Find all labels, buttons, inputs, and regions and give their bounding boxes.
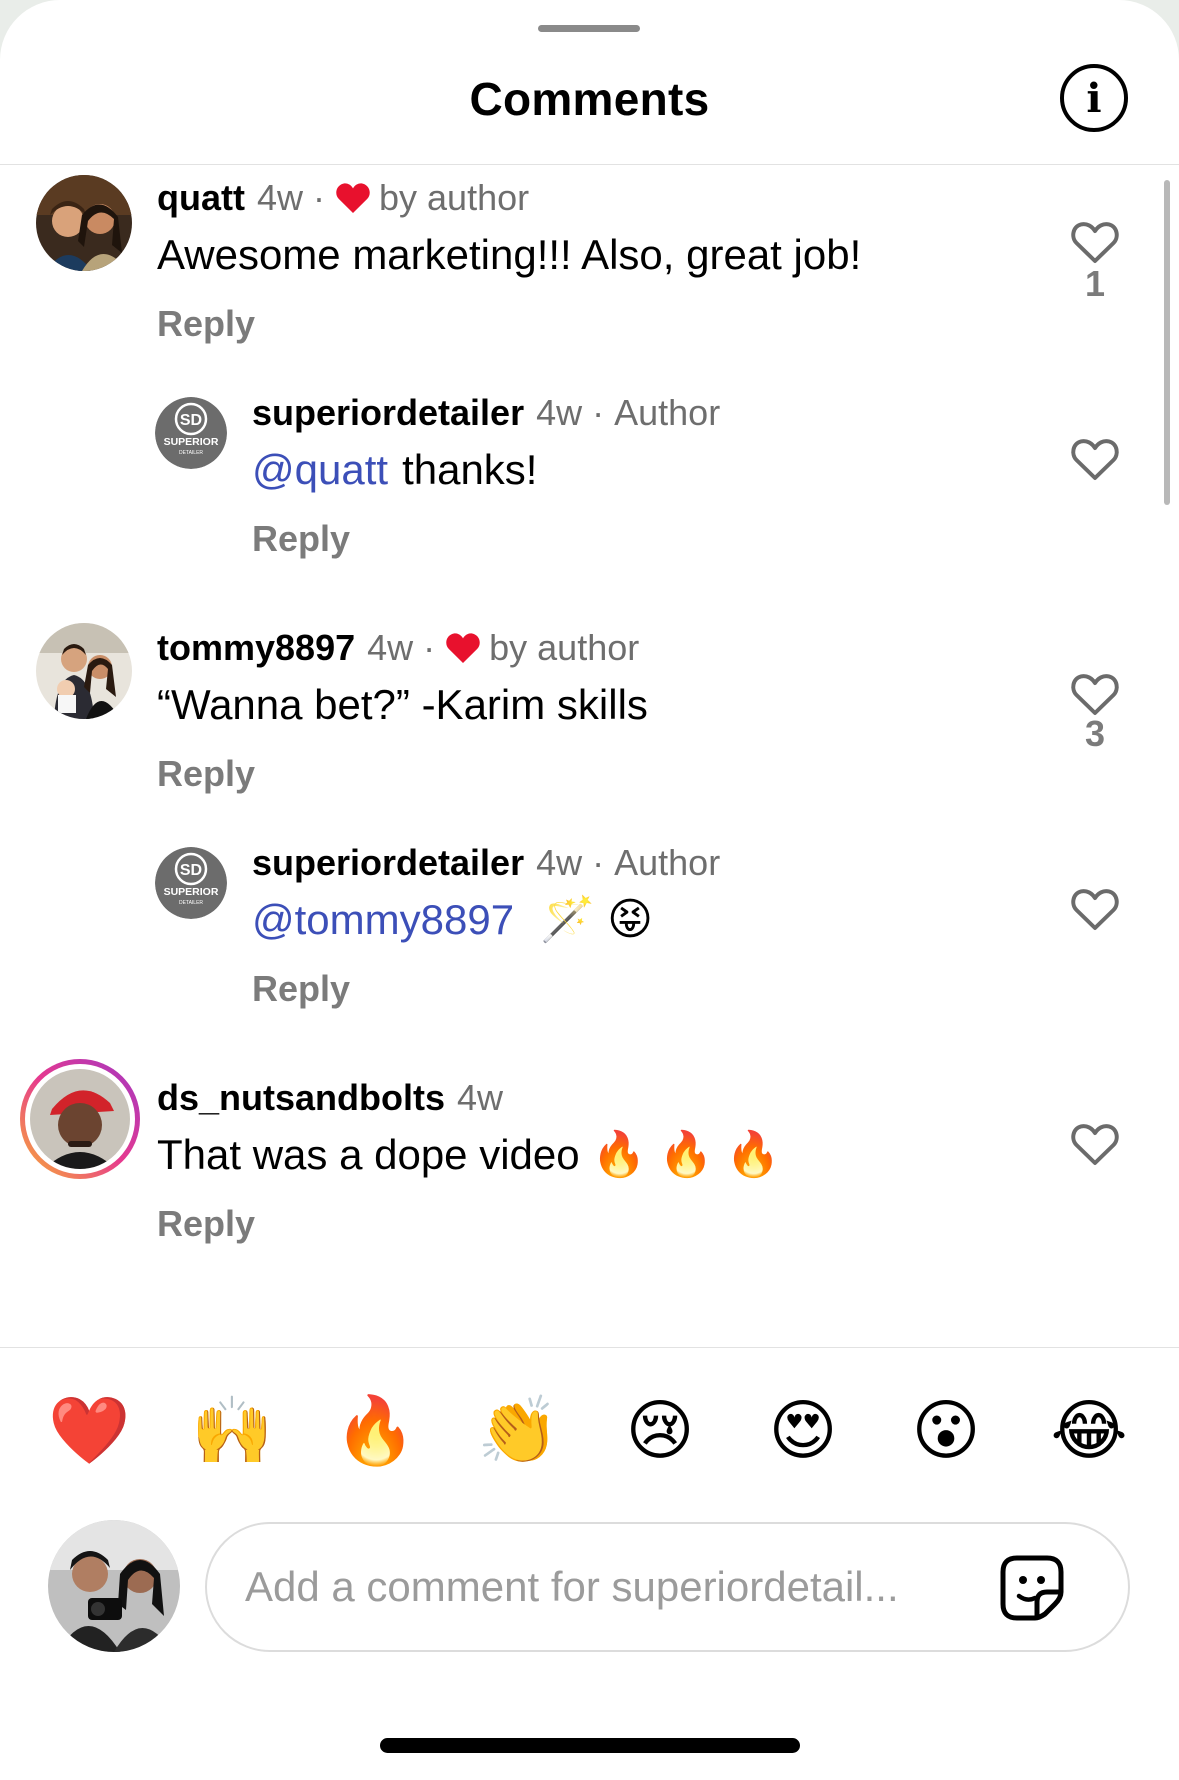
timestamp: 4w	[536, 842, 583, 883]
avatar[interactable]	[36, 623, 132, 719]
liked-by-author-label: by author	[379, 177, 530, 218]
reaction-laughing[interactable]: 😂	[1049, 1390, 1129, 1470]
comment-text: @tommy8897 🪄 😝	[252, 896, 653, 944]
author-label: Author	[614, 842, 721, 883]
reaction-heart[interactable]: ❤️	[48, 1390, 130, 1470]
sheet-grabber[interactable]	[538, 25, 640, 32]
badge-logo-text: SD	[180, 412, 202, 429]
badge-brand-text: SUPERIOR	[164, 886, 219, 898]
reaction-raised-hands[interactable]: 🙌	[191, 1390, 273, 1470]
avatar	[30, 1069, 130, 1169]
heart-outline-icon[interactable]	[1070, 219, 1120, 265]
avatar[interactable]: SD SUPERIOR DETAILER	[155, 397, 227, 469]
sticker-icon[interactable]	[997, 1552, 1067, 1622]
timestamp: 4w	[536, 392, 583, 433]
comment-text: @quatt thanks!	[252, 446, 537, 494]
badge-logo-text: SD	[180, 862, 202, 879]
like-count: 1	[1084, 263, 1106, 304]
like-count: 3	[1084, 713, 1106, 754]
comment-text: “Wanna bet?” -Karim skills	[157, 681, 648, 729]
timestamp: 4w	[367, 627, 414, 668]
reply-button[interactable]: Reply	[157, 753, 255, 795]
badge-brand-text: SUPERIOR	[164, 436, 219, 448]
heart-outline-icon[interactable]	[1070, 886, 1120, 932]
timestamp: 4w	[256, 177, 304, 218]
current-user-avatar	[48, 1520, 180, 1652]
liked-by-author-label: by author	[489, 627, 640, 668]
heart-outline-icon[interactable]	[1070, 671, 1120, 717]
reaction-crying[interactable]: 😢	[620, 1390, 700, 1470]
reaction-clap[interactable]: 👏	[477, 1390, 559, 1470]
heart-outline-icon[interactable]	[1070, 1121, 1120, 1167]
reply-button[interactable]: Reply	[157, 1203, 255, 1245]
comment-meta: superiordetailer 4w · Author	[252, 842, 720, 884]
quick-reactions-bar: ❤️ 🙌 🔥 👏 😢 😍 😮 😂	[0, 1390, 1179, 1470]
separator-dot: ·	[592, 842, 605, 883]
username[interactable]: ds_nutsandbolts	[157, 1077, 445, 1119]
comment-meta: superiordetailer 4w · Author	[252, 392, 720, 434]
reply-item: SD SUPERIOR DETAILER superiordetailer 4w…	[0, 380, 1179, 580]
red-heart-icon	[446, 633, 480, 663]
badge-sub-text: DETAILER	[179, 450, 203, 456]
reaction-heart-eyes[interactable]: 😍	[763, 1390, 843, 1470]
red-heart-icon	[336, 183, 370, 213]
page-title: Comments	[469, 73, 710, 125]
comment-meta: quatt 4w · by author	[157, 177, 529, 219]
story-ring[interactable]	[20, 1059, 140, 1179]
comment-meta: ds_nutsandbolts 4w	[157, 1077, 503, 1119]
username[interactable]: tommy8897	[157, 627, 355, 669]
mention-link[interactable]: @tommy8897	[252, 896, 514, 944]
reaction-surprised[interactable]: 😮	[906, 1390, 986, 1470]
avatar[interactable]	[36, 175, 132, 271]
footer-divider	[0, 1347, 1179, 1348]
timestamp: 4w	[457, 1077, 504, 1118]
reply-button[interactable]: Reply	[157, 303, 255, 345]
heart-outline-icon[interactable]	[1070, 436, 1120, 482]
home-indicator[interactable]	[380, 1738, 800, 1753]
separator-dot: ·	[592, 392, 605, 433]
separator-dot: ·	[423, 627, 436, 668]
comment-text: Awesome marketing!!! Also, great job!	[157, 231, 861, 279]
username[interactable]: quatt	[157, 177, 245, 219]
comment-body: thanks!	[402, 446, 538, 493]
avatar[interactable]: SD SUPERIOR DETAILER	[155, 847, 227, 919]
comment-list[interactable]: quatt 4w · by author Awesome marketing!!…	[0, 165, 1179, 1347]
comment-meta: tommy8897 4w · by author	[157, 627, 639, 669]
reply-button[interactable]: Reply	[252, 518, 350, 560]
comment-composer	[205, 1522, 1130, 1652]
emoji-text: 🪄 😝	[540, 895, 653, 944]
emoji-text: 🔥 🔥 🔥	[591, 1130, 781, 1179]
separator-dot: ·	[313, 177, 326, 218]
comment-item: quatt 4w · by author Awesome marketing!!…	[0, 165, 1179, 365]
comment-item: ds_nutsandbolts 4w That was a dope video…	[0, 1059, 1179, 1265]
username[interactable]: superiordetailer	[252, 392, 524, 434]
username[interactable]: superiordetailer	[252, 842, 524, 884]
info-icon[interactable]: i	[1060, 64, 1128, 132]
reply-item: SD SUPERIOR DETAILER superiordetailer 4w…	[0, 830, 1179, 1030]
mention-link[interactable]: @quatt	[252, 446, 388, 494]
reply-button[interactable]: Reply	[252, 968, 350, 1010]
comment-text: That was a dope video 🔥 🔥 🔥	[157, 1131, 780, 1179]
comment-item: tommy8897 4w · by author “Wanna bet?” -K…	[0, 615, 1179, 815]
comment-body: Awesome marketing!!! Also, great job!	[157, 231, 862, 278]
author-label: Author	[614, 392, 721, 433]
badge-sub-text: DETAILER	[179, 900, 203, 906]
comment-body: That was a dope video	[157, 1131, 580, 1178]
comment-input[interactable]	[245, 1524, 965, 1650]
comment-body: “Wanna bet?” -Karim skills	[157, 681, 648, 728]
comments-sheet: Comments i quatt 4w · by author Awesome …	[0, 0, 1179, 1780]
reaction-fire[interactable]: 🔥	[334, 1390, 416, 1470]
